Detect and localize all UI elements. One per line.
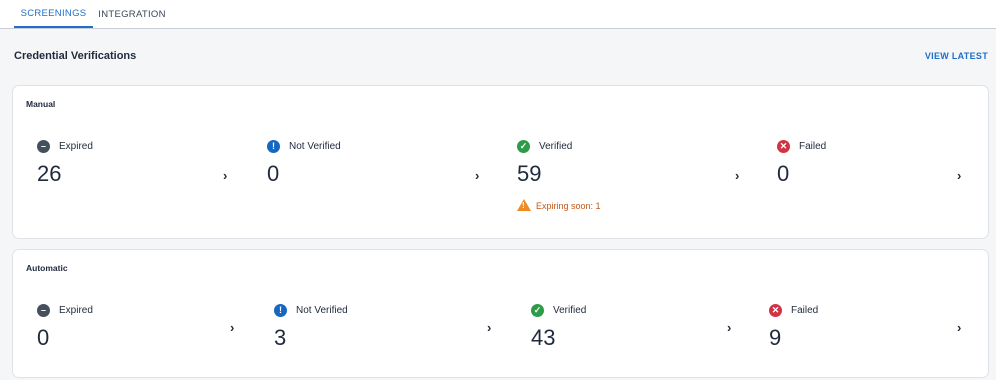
chevron-right-icon[interactable]: › <box>230 320 234 335</box>
stat-value: 9 <box>769 325 782 350</box>
exclamation-circle-icon: ! <box>274 304 287 317</box>
chevron-right-icon[interactable]: › <box>475 168 479 183</box>
stat-label: Failed <box>791 305 819 316</box>
view-latest-link[interactable]: VIEW LATEST <box>925 51 988 61</box>
minus-circle-icon: – <box>37 140 50 153</box>
automatic-not-verified-stat[interactable]: ! Not Verified 3 › <box>274 304 499 380</box>
stat-label: Expired <box>59 141 93 152</box>
manual-verified-stat[interactable]: ✓ Verified 59 › Expiring soon: 1 <box>517 140 747 221</box>
chevron-right-icon[interactable]: › <box>957 168 961 183</box>
stat-label: Failed <box>799 141 827 152</box>
expiring-soon-warning: Expiring soon: 1 <box>517 199 601 211</box>
automatic-verified-stat[interactable]: ✓ Verified 43 › <box>531 304 761 380</box>
stat-label: Verified <box>553 305 587 316</box>
x-circle-icon: ✕ <box>769 304 782 317</box>
automatic-expired-stat[interactable]: – Expired 0 › <box>37 304 242 380</box>
section-title: Credential Verifications <box>14 50 137 62</box>
stat-value: 26 <box>37 161 62 186</box>
manual-not-verified-stat[interactable]: ! Not Verified 0 › <box>267 140 492 221</box>
warning-triangle-icon <box>517 199 531 211</box>
stat-label: Not Verified <box>296 305 348 316</box>
check-circle-icon: ✓ <box>531 304 544 317</box>
chevron-right-icon[interactable]: › <box>957 320 961 335</box>
minus-circle-icon: – <box>37 304 50 317</box>
stat-value: 0 <box>267 161 280 186</box>
automatic-failed-stat[interactable]: ✕ Failed 9 › <box>769 304 969 380</box>
tab-integration[interactable]: INTEGRATION <box>98 0 165 28</box>
stat-label: Verified <box>539 141 573 152</box>
card-title: Manual <box>26 99 56 109</box>
chevron-right-icon[interactable]: › <box>727 320 731 335</box>
stat-value: 3 <box>274 325 287 350</box>
chevron-right-icon[interactable]: › <box>223 168 227 183</box>
manual-card: Manual – Expired 26 › ! Not Verified 0 ›… <box>12 85 989 239</box>
stat-value: 0 <box>777 161 790 186</box>
exclamation-circle-icon: ! <box>267 140 280 153</box>
chevron-right-icon[interactable]: › <box>735 168 739 183</box>
tab-screenings[interactable]: SCREENINGS <box>14 0 93 28</box>
tab-bar: SCREENINGS INTEGRATION <box>0 0 996 29</box>
x-circle-icon: ✕ <box>777 140 790 153</box>
manual-failed-stat[interactable]: ✕ Failed 0 › <box>777 140 977 221</box>
manual-expired-stat[interactable]: – Expired 26 › <box>37 140 242 221</box>
chevron-right-icon[interactable]: › <box>487 320 491 335</box>
stat-value: 43 <box>531 325 556 350</box>
stat-value: 0 <box>37 325 50 350</box>
stat-label: Expired <box>59 305 93 316</box>
warning-text: Expiring soon: 1 <box>536 201 601 211</box>
automatic-card: Automatic – Expired 0 › ! Not Verified 3… <box>12 249 989 378</box>
stat-label: Not Verified <box>289 141 341 152</box>
check-circle-icon: ✓ <box>517 140 530 153</box>
stat-value: 59 <box>517 161 542 186</box>
card-title: Automatic <box>26 263 68 273</box>
